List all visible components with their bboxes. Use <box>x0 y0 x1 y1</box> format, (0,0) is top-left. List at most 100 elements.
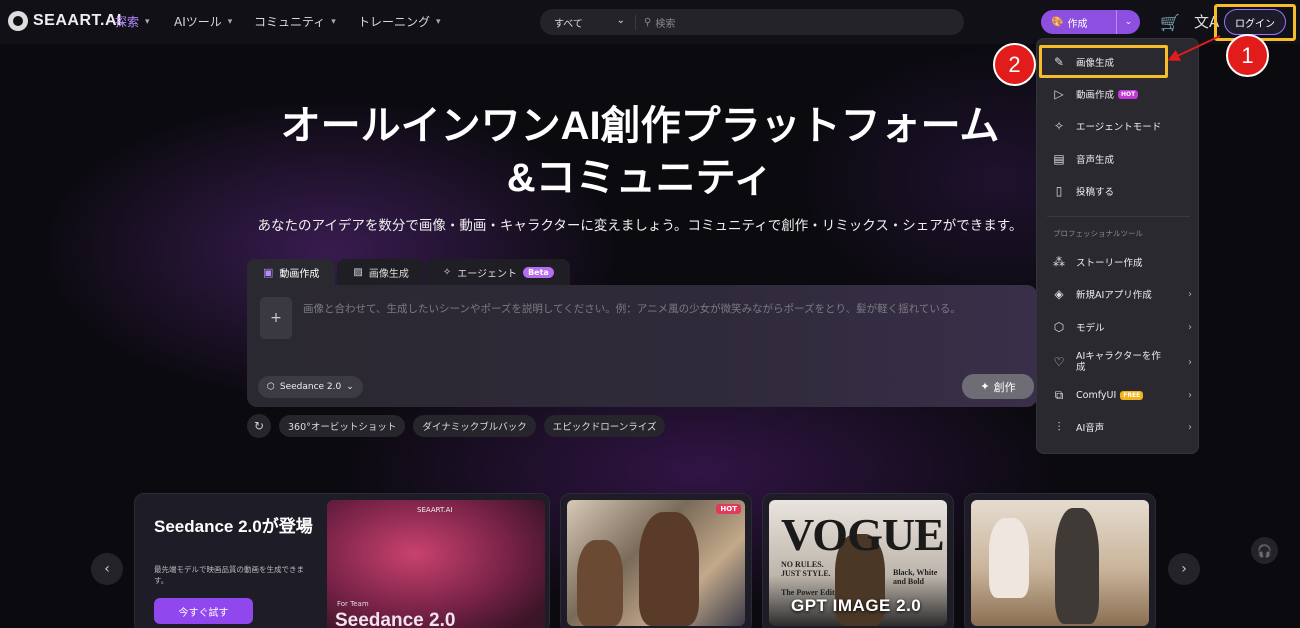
agent-icon: ✧ <box>442 266 452 278</box>
voice-icon: ⫶ <box>1057 419 1061 434</box>
search-scope-label: すべて <box>554 18 583 30</box>
cube-icon: ⬡ <box>1053 320 1065 334</box>
carousel-prev-button[interactable]: ‹ <box>91 553 123 585</box>
tab-agent[interactable]: ✧ エージェント Beta <box>426 259 570 285</box>
showcase-card[interactable]: VOGUE NO RULES. JUST STYLE. Black, White… <box>762 493 954 628</box>
magazine-title: VOGUE <box>781 509 945 560</box>
menu-item-video-creation[interactable]: ▷ 動画作成 HOT <box>1049 79 1194 109</box>
prompt-panel: + 画像と合わせて、生成したいシーンやポーズを説明してください。例：アニメ風の少… <box>247 285 1037 407</box>
chevron-down-icon: ▾ <box>436 16 441 27</box>
heart-character-icon: ♡ <box>1053 355 1065 369</box>
menu-section-label: プロフェッショナルツール <box>1053 229 1143 238</box>
feature-card-title: Seedance 2.0が登場 <box>154 517 313 536</box>
carousel-next-button[interactable]: › <box>1168 553 1200 585</box>
composer-tabs: ▣ 動画作成 ▨ 画像生成 ✧ エージェント Beta <box>247 259 572 285</box>
image-brand-text: SEAART.AI <box>417 506 453 514</box>
showcase-card[interactable]: HOT <box>560 493 752 628</box>
support-headset-icon[interactable]: 🎧 <box>1251 537 1278 564</box>
menu-item-agent-mode[interactable]: ✧ エージェントモード <box>1049 111 1194 141</box>
chevron-left-icon: ‹ <box>104 561 110 577</box>
image-for-text: For Team <box>337 600 369 608</box>
tab-image[interactable]: ▨ 画像生成 <box>337 259 425 285</box>
magazine-right-text: Black, White and Bold <box>893 568 938 586</box>
create-button[interactable]: 🎨 作成 ⌄ <box>1041 10 1140 34</box>
suggestion-chip[interactable]: 360°オービットショット <box>279 415 406 437</box>
chevron-down-icon: ▾ <box>331 16 336 27</box>
menu-item-new-ai-app[interactable]: ◈ 新規AIアプリ作成 › <box>1049 279 1194 309</box>
hero-title-line1: オールインワンAI創作プラットフォーム <box>280 104 1000 148</box>
menu-item-label: ストーリー作成 <box>1076 258 1143 269</box>
menu-item-story-creation[interactable]: ⁂ ストーリー作成 <box>1049 247 1194 277</box>
step-2-badge: 2 <box>993 43 1036 86</box>
nav-explore[interactable]: 探索 ▾ <box>115 13 150 30</box>
tab-video[interactable]: ▣ 動画作成 <box>247 259 336 285</box>
chevron-down-icon: ⌄ <box>616 14 625 26</box>
figure-shape <box>577 540 623 626</box>
logo-icon <box>8 11 28 31</box>
menu-item-label: 動画作成 <box>1076 90 1115 101</box>
create-submit-label: 創作 <box>993 380 1016 394</box>
menu-item-audio-generation[interactable]: ▤ 音声生成 <box>1049 144 1194 174</box>
create-button-label: 作成 <box>1067 18 1088 30</box>
search-placeholder: 検索 <box>655 18 676 30</box>
refresh-icon[interactable]: ↻ <box>247 414 271 438</box>
nav-ai-tools[interactable]: AIツール ▾ <box>174 13 232 30</box>
menu-item-label: エージェントモード <box>1076 122 1162 133</box>
menu-item-label: ComfyUI <box>1076 389 1117 401</box>
search-scope-select[interactable]: すべて ⌄ <box>540 14 636 30</box>
try-now-button[interactable]: 今すぐ試す <box>154 598 253 624</box>
chevron-right-icon: › <box>1188 288 1192 300</box>
nav-explore-label: 探索 <box>115 15 140 29</box>
image-title-text: Seedance 2.0 <box>335 610 456 628</box>
menu-item-label: モデル <box>1076 323 1105 334</box>
logo[interactable]: SEAART.AI <box>8 11 122 31</box>
menu-item-comfyui[interactable]: ⧉ ComfyUI FREE › <box>1049 380 1194 410</box>
chevron-down-icon: ⌄ <box>346 382 354 392</box>
hero-title: オールインワンAI創作プラットフォーム &コミュニティ <box>230 100 1050 204</box>
menu-divider <box>1047 216 1190 217</box>
menu-item-ai-character[interactable]: ♡ AIキャラクターを作成 › <box>1049 344 1194 380</box>
figure-shape <box>989 518 1029 598</box>
chevron-right-icon: › <box>1188 356 1192 368</box>
suggestion-chip[interactable]: ダイナミックブルバック <box>413 415 536 437</box>
showcase-image: VOGUE NO RULES. JUST STYLE. Black, White… <box>769 500 947 626</box>
figure-shape <box>639 512 699 626</box>
figure-shape <box>1055 508 1099 624</box>
suggestion-chip[interactable]: エピックドローンライズ <box>543 415 666 437</box>
nav-training-label: トレーニング <box>358 15 431 29</box>
gpt-image-caption: GPT IMAGE 2.0 <box>791 596 922 615</box>
vip-cart-icon[interactable]: 🛒 <box>1160 13 1180 32</box>
menu-item-ai-voice[interactable]: ⫶ AI音声 › <box>1049 412 1194 442</box>
search-input[interactable]: ⚲ 検索 <box>636 15 675 30</box>
video-icon: ▣ <box>263 265 274 279</box>
chevron-down-icon: ▾ <box>145 16 150 27</box>
menu-item-post[interactable]: ▯ 投稿する <box>1049 176 1194 206</box>
sparkle-icon: ✦ <box>980 380 990 393</box>
add-image-button[interactable]: + <box>260 297 292 339</box>
app-icon: ◈ <box>1054 287 1064 301</box>
create-submit-button[interactable]: ✦ 創作 <box>962 374 1034 399</box>
prompt-input[interactable]: 画像と合わせて、生成したいシーンやポーズを説明してください。例：アニメ風の少女が… <box>303 301 961 316</box>
nav-community[interactable]: コミュニティ ▾ <box>254 13 336 30</box>
menu-item-model[interactable]: ⬡ モデル › <box>1049 312 1194 342</box>
workflow-icon: ⧉ <box>1054 387 1064 402</box>
audio-wave-icon: ▤ <box>1053 152 1065 166</box>
hot-tag: HOT <box>1118 89 1139 99</box>
feature-card-image: SEAART.AI For Team Seedance 2.0 <box>327 500 545 628</box>
search-bar: すべて ⌄ ⚲ 検索 <box>540 9 964 35</box>
beta-badge: Beta <box>523 266 554 278</box>
hero-subtitle: あなたのアイデアを数分で画像・動画・キャラクターに変えましょう。コミュニティで創… <box>257 218 1023 234</box>
nav-ai-tools-label: AIツール <box>174 15 222 29</box>
showcase-image <box>567 500 745 626</box>
model-selector[interactable]: ⬡ Seedance 2.0 ⌄ <box>258 376 363 398</box>
chevron-down-icon[interactable]: ⌄ <box>1117 17 1140 27</box>
feature-card[interactable]: Seedance 2.0が登場 最先端モデルで映画品質の動画を生成できます。 今… <box>134 493 550 628</box>
image-icon: ▨ <box>353 266 363 278</box>
chevron-right-icon: › <box>1188 321 1192 333</box>
showcase-card[interactable] <box>964 493 1156 628</box>
nav-training[interactable]: トレーニング ▾ <box>358 13 441 30</box>
menu-item-label: AI音声 <box>1076 423 1105 434</box>
menu-item-label: 投稿する <box>1076 187 1115 198</box>
menu-item-label: AIキャラクターを作成 <box>1076 351 1161 373</box>
magic-wand-icon: ⁂ <box>1053 255 1065 269</box>
